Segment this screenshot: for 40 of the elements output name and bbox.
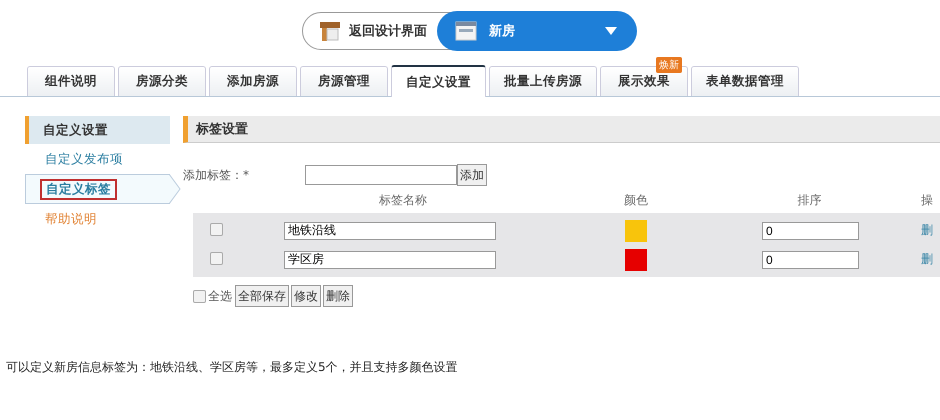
color-swatch[interactable] [625,248,647,270]
name-field[interactable]: 学区房 [284,250,496,268]
action-button[interactable]: 全部保存 [235,285,289,307]
window-icon [455,21,477,41]
caret-icon [605,27,617,35]
column-header: 操 [921,192,934,208]
checkbox[interactable] [193,290,206,302]
easel-icon [319,20,341,42]
checkbox[interactable] [210,222,223,236]
tab[interactable]: 批量上传房源 [489,66,597,96]
note-text: 可以定义新房信息标签为：地铁沿线、学区房等，最多定义5个，并且支持多颜色设置 [6,359,459,376]
checkbox[interactable] [210,252,223,264]
color-swatch[interactable] [625,220,647,242]
pointer-arrow-icon [169,174,181,204]
column-header: 标签名称 [378,192,428,208]
delete-link[interactable]: 删 [921,251,940,268]
select-all-label: 全选 [208,288,232,304]
add-button[interactable]: 添加 [457,164,487,186]
new-badge: 焕新 [656,57,682,73]
action-button[interactable]: 修改 [291,285,321,307]
tab[interactable]: 组件说明 [27,66,115,96]
sidebar-heading: 自定义设置 [25,116,170,144]
tab[interactable]: 表单数据管理 [691,66,799,96]
tag-input-field[interactable] [305,165,457,185]
tab[interactable]: 自定义设置 [391,65,486,97]
order-field[interactable]: 0 [762,222,859,240]
action-button[interactable]: 删除 [323,285,353,307]
field-label: 添加标签：* [183,166,250,184]
order-field[interactable]: 0 [762,250,859,268]
dropdown[interactable]: 新房 [437,11,637,51]
back-button[interactable]: 返回设计界面 [303,13,437,49]
column-header: 颜色 [623,192,649,208]
delete-link[interactable]: 删 [921,222,940,239]
column-header: 排序 [796,192,822,208]
tab[interactable]: 房源分类 [118,66,206,96]
name-field[interactable]: 地铁沿线 [284,222,496,240]
tab[interactable]: 房源管理 [300,66,388,96]
sidebar-item[interactable]: 自定义发布项 [25,144,170,174]
tab[interactable]: 添加房源 [209,66,297,96]
panel-title: 标签设置 [196,121,248,138]
